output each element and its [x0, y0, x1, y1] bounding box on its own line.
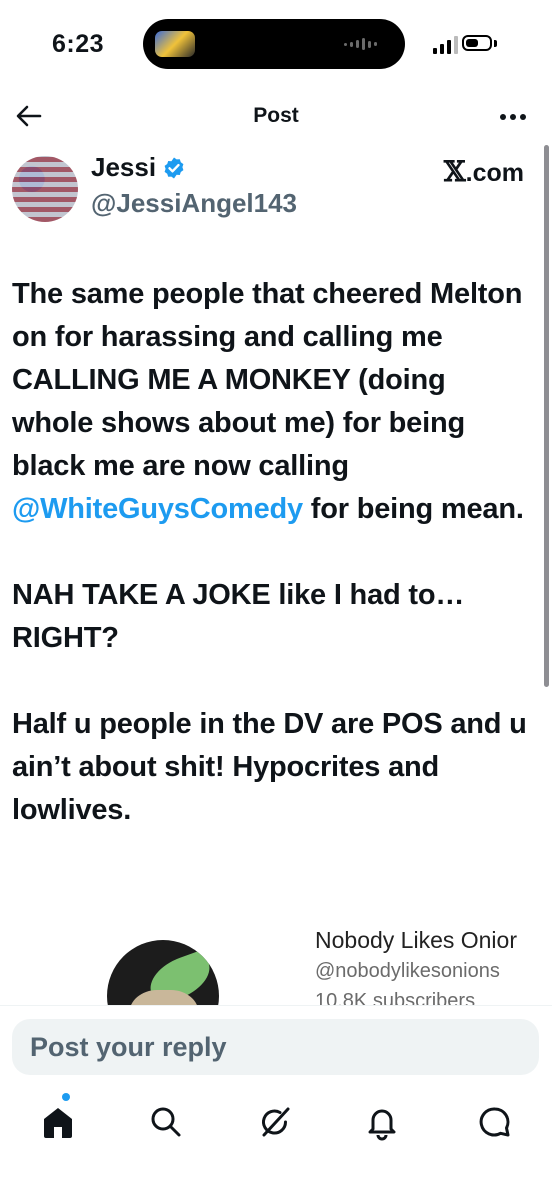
- home-icon: [44, 1108, 72, 1138]
- more-dots-icon: [500, 114, 526, 120]
- nav-home[interactable]: [38, 1102, 78, 1142]
- embedded-channel-handle: @nobodylikesonions: [315, 960, 500, 982]
- dynamic-island[interactable]: [143, 19, 405, 69]
- reply-input[interactable]: Post your reply: [12, 1019, 539, 1075]
- author-name: Jessi: [91, 152, 157, 182]
- source-domain: .com: [465, 159, 524, 187]
- messages-icon: [479, 1107, 510, 1137]
- source-label: 𝕏.com: [444, 155, 524, 188]
- nav-messages[interactable]: [475, 1102, 515, 1142]
- post-text: The same people that cheered Melton on f…: [12, 273, 532, 875]
- home-unread-dot: [62, 1093, 70, 1101]
- status-bar: 6:23: [0, 0, 552, 90]
- paragraph-text: The same people that cheered Melton on f…: [12, 278, 523, 482]
- grok-icon: [262, 1107, 290, 1137]
- verified-badge-icon: [164, 157, 184, 178]
- nav-search[interactable]: [146, 1102, 186, 1142]
- more-options-button[interactable]: [498, 104, 528, 130]
- cellular-signal-icon: [433, 36, 458, 54]
- nav-grok[interactable]: [255, 1102, 295, 1142]
- author-name-row[interactable]: Jessi: [91, 152, 186, 183]
- battery-icon: [462, 35, 492, 51]
- post-paragraph-3: Half u people in the DV are POS and u ai…: [12, 703, 532, 832]
- x-logo-icon: 𝕏: [443, 155, 466, 188]
- post-paragraph-2: NAH TAKE A JOKE like I had to… RIGHT?: [12, 574, 532, 660]
- bottom-navigation: [0, 1085, 552, 1200]
- mention-link[interactable]: @WhiteGuysComedy: [12, 493, 303, 525]
- search-icon: [151, 1107, 181, 1137]
- post-paragraph-1: The same people that cheered Melton on f…: [12, 273, 532, 531]
- embedded-channel-name[interactable]: Nobody Likes Onior: [315, 927, 517, 954]
- author-handle[interactable]: @JessiAngel143: [91, 188, 297, 219]
- status-time: 6:23: [52, 30, 105, 58]
- battery-cap: [494, 40, 497, 47]
- now-playing-thumbnail: [155, 31, 195, 57]
- paragraph-text: NAH TAKE A JOKE like I had to… RIGHT?: [12, 579, 465, 654]
- post-header: Post: [0, 90, 552, 142]
- paragraph-text: for being mean.: [302, 493, 524, 525]
- page-title: Post: [253, 104, 299, 127]
- reply-bar: Post your reply: [0, 1005, 552, 1086]
- bell-icon: [368, 1109, 396, 1141]
- nav-notifications[interactable]: [362, 1102, 402, 1142]
- author-avatar[interactable]: [12, 156, 78, 222]
- audio-waveform-icon: [344, 37, 377, 51]
- paragraph-text: Half u people in the DV are POS and u ai…: [12, 708, 527, 826]
- scrollbar[interactable]: [544, 145, 549, 687]
